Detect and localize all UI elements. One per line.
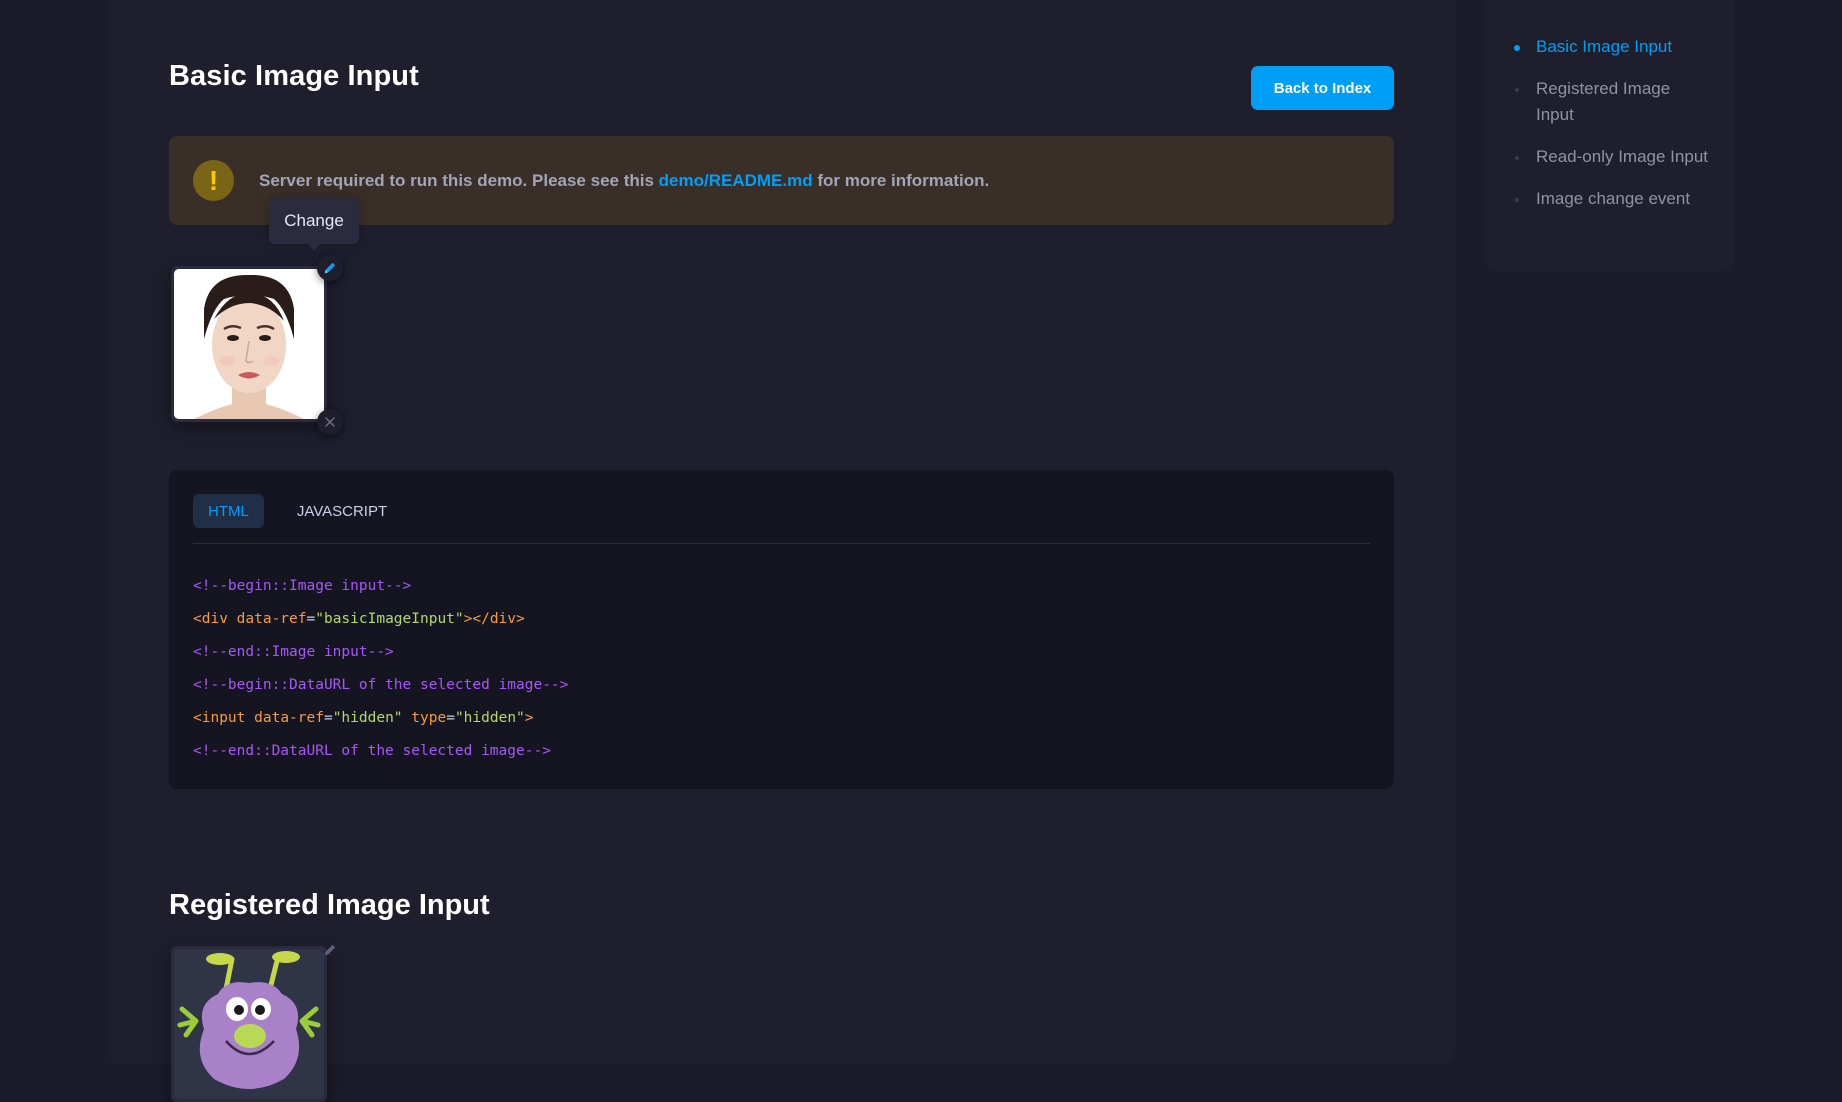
bullet-icon — [1515, 88, 1519, 92]
pencil-icon — [324, 944, 336, 956]
bullet-icon — [1514, 45, 1520, 51]
sidebar-item-label: Image change event — [1536, 189, 1691, 208]
code-line: <div data-ref="basicImageInput"></div> — [193, 611, 525, 627]
remove-image-button[interactable] — [317, 409, 343, 435]
main-content-card: Basic Image Input Back to Index ! Server… — [108, 0, 1455, 1102]
sidebar-item-label: Basic Image Input — [1536, 37, 1673, 56]
code-example-card: HTML JAVASCRIPT <!--begin::Image input--… — [169, 470, 1394, 789]
close-icon — [325, 417, 335, 427]
tab-html[interactable]: HTML — [193, 494, 264, 528]
code-line: <!--end::Image input--> — [193, 644, 394, 660]
sidebar-item-label: Registered Image Input — [1536, 79, 1671, 124]
monster-image — [174, 949, 324, 1099]
registered-image-input — [171, 944, 336, 1102]
change-image-button[interactable] — [317, 255, 343, 281]
exclamation-icon: ! — [193, 160, 234, 201]
sidebar-item-read-only-image-input[interactable]: Read-only Image Input — [1484, 144, 1734, 170]
code-line: <input data-ref="hidden" type="hidden"> — [193, 710, 534, 726]
notice-text-before: Server required to run this demo. Please… — [259, 170, 659, 190]
basic-image-input — [171, 255, 343, 435]
code-line: <!--begin::DataURL of the selected image… — [193, 677, 569, 693]
code-line: <!--end::DataURL of the selected image--… — [193, 743, 551, 759]
notice-text: Server required to run this demo. Please… — [259, 171, 989, 191]
readme-link[interactable]: demo/README.md — [659, 171, 813, 190]
image-preview — [174, 949, 324, 1099]
portrait-image — [174, 269, 324, 419]
image-preview — [174, 269, 324, 419]
sidebar-item-registered-image-input[interactable]: Registered Image Input — [1484, 76, 1734, 128]
change-tooltip: Change — [269, 198, 359, 251]
sidebar-item-basic-image-input[interactable]: Basic Image Input — [1484, 34, 1734, 60]
sidebar-item-image-change-event[interactable]: Image change event — [1484, 186, 1734, 212]
code-divider — [193, 543, 1370, 544]
notice-text-after: for more information. — [812, 170, 990, 190]
code-tabs: HTML JAVASCRIPT — [193, 494, 402, 528]
bullet-icon — [1515, 156, 1519, 160]
bullet-icon — [1515, 198, 1519, 202]
change-image-button-registered[interactable] — [317, 937, 343, 963]
code-line: <!--begin::Image input--> — [193, 578, 412, 594]
back-to-index-button[interactable]: Back to Index — [1251, 66, 1394, 110]
sidebar-item-label: Read-only Image Input — [1536, 147, 1708, 166]
sidebar-nav: Basic Image Input Registered Image Input… — [1484, 0, 1734, 271]
tab-javascript[interactable]: JAVASCRIPT — [282, 494, 402, 528]
page-title: Basic Image Input — [169, 60, 419, 92]
pencil-icon — [324, 262, 336, 274]
code-block: <!--begin::Image input--> <div data-ref=… — [193, 570, 568, 768]
section-title-registered-image-input: Registered Image Input — [169, 889, 490, 921]
